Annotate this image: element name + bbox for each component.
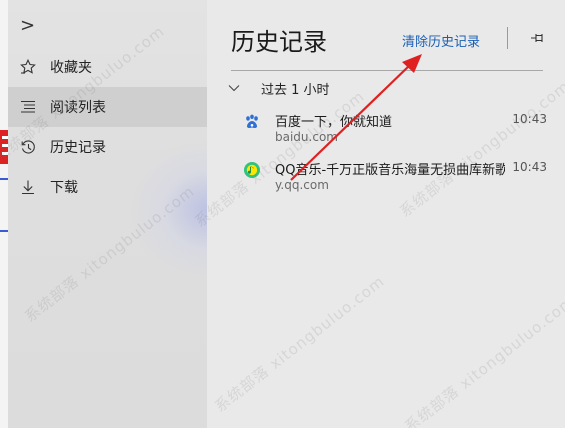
background-page-strip [0, 0, 8, 428]
history-entry-url: baidu.com [275, 130, 338, 144]
sidebar-item-label: 下载 [50, 180, 78, 196]
background-page-line [0, 230, 8, 232]
sidebar-item-downloads[interactable]: 下载 [8, 167, 207, 207]
background-page-line [0, 178, 8, 180]
reading-list-icon [18, 97, 38, 117]
header-divider [231, 70, 543, 71]
star-icon [18, 57, 38, 77]
sidebar-item-reading-list[interactable]: 阅读列表 [8, 87, 207, 127]
history-entry[interactable]: QQ音乐-千万正版音乐海量无损曲库新歌热歌 y.qq.com 10:43 [243, 159, 553, 201]
sidebar-item-label: 阅读列表 [50, 100, 106, 116]
sidebar-item-label: 收藏夹 [50, 60, 92, 76]
history-entry[interactable]: 百度一下，你就知道 baidu.com 10:43 [243, 111, 553, 153]
baidu-paw-icon [243, 113, 261, 131]
history-entry-url: y.qq.com [275, 178, 329, 192]
history-icon [18, 137, 38, 157]
history-entry-time: 10:43 [512, 112, 547, 126]
history-entry-title: 百度一下，你就知道 [275, 115, 393, 130]
expand-chevron-icon[interactable]: > [20, 16, 40, 36]
history-group-header[interactable]: 过去 1 小时 [227, 78, 330, 98]
history-entry-time: 10:43 [512, 160, 547, 174]
sidebar-item-label: 历史记录 [50, 140, 106, 156]
qq-music-icon [243, 161, 261, 179]
history-entry-title: QQ音乐-千万正版音乐海量无损曲库新歌热歌 [275, 163, 505, 178]
download-icon [18, 177, 38, 197]
history-panel: 历史记录 清除历史记录 过去 1 小时 百度一下，你就知道 baidu.com … [207, 0, 565, 428]
pin-icon[interactable] [527, 28, 547, 48]
sidebar-item-favorites[interactable]: 收藏夹 [8, 47, 207, 87]
chevron-down-icon [227, 81, 241, 95]
page-title: 历史记录 [231, 28, 327, 56]
browser-hub-screenshot: > 收藏夹 阅读列表 历史记录 下载 历史记录 清除历史记录 过去 1 小时 百… [0, 0, 565, 428]
clear-history-link[interactable]: 清除历史记录 [402, 31, 480, 50]
sidebar-item-history[interactable]: 历史记录 [8, 127, 207, 167]
toolbar-divider [507, 27, 508, 49]
history-group-label: 过去 1 小时 [261, 82, 330, 98]
background-page-red-logo [0, 130, 8, 164]
hub-sidebar: > 收藏夹 阅读列表 历史记录 下载 [8, 0, 207, 428]
